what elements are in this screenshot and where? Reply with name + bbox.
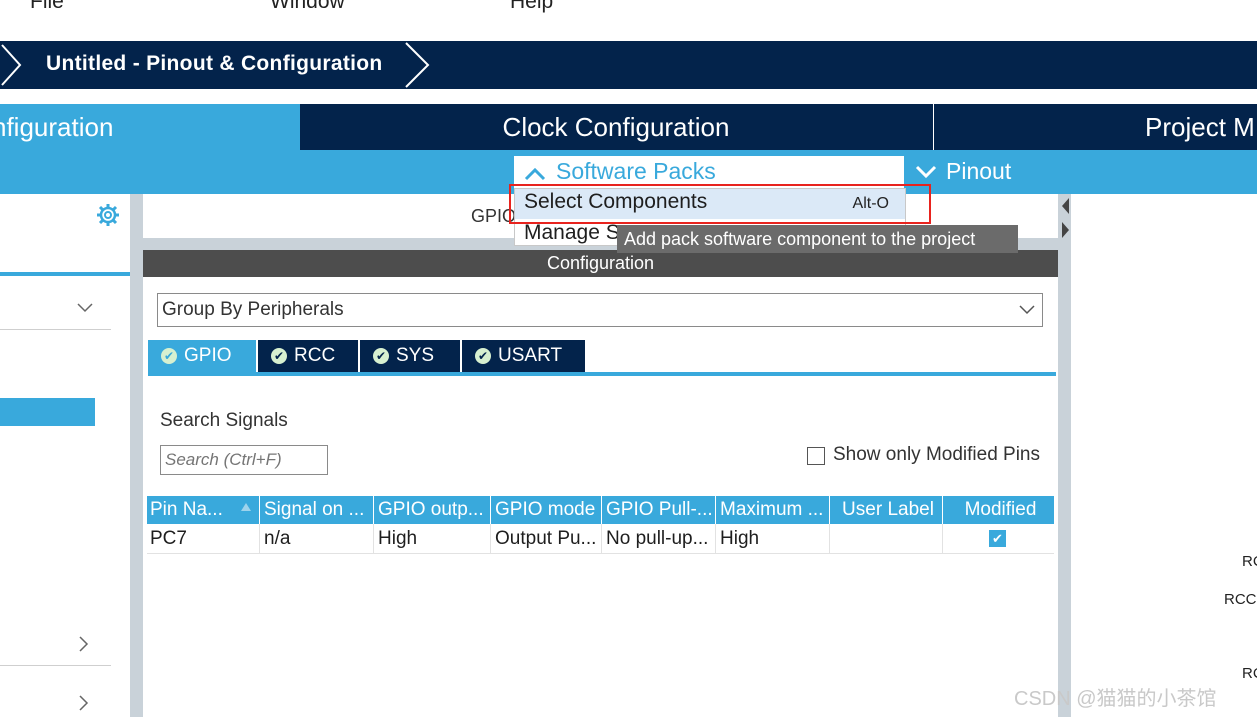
sidebar-selected-item[interactable] (0, 398, 95, 426)
cell-gpio-pull: No pull-up... (603, 524, 716, 554)
menu-help[interactable]: Help (510, 0, 553, 14)
check-circle-icon: ✔ (161, 348, 177, 364)
breadcrumb-chevron-icon (1, 44, 22, 86)
tab-pinout-label: nfiguration (0, 112, 114, 142)
tab-usart-label: USART (498, 345, 563, 366)
chevron-up-icon (524, 167, 546, 181)
peripheral-tabs: ✔ GPIO ✔ RCC ✔ SYS ✔ USART (148, 340, 1056, 376)
group-by-value: Group By Peripherals (162, 299, 344, 320)
tab-sys-label: SYS (396, 345, 435, 366)
tab-clock-configuration[interactable]: Clock Configuration (301, 104, 931, 150)
cell-user-label[interactable] (831, 524, 943, 554)
cell-gpio-mode: Output Pu... (492, 524, 602, 554)
annotation-highlight-box (509, 184, 931, 224)
cell-gpio-output: High (375, 524, 491, 554)
software-packs-label: Software Packs (556, 158, 716, 184)
sidebar-divider (0, 329, 111, 330)
menu-window[interactable]: Window (270, 0, 345, 14)
tab-project-manager[interactable]: Project M (933, 104, 1257, 150)
column-header-pin-name[interactable]: Pin Na... (147, 496, 260, 524)
menu-item-manage-software-packs[interactable]: Manage S (524, 221, 620, 245)
column-header-gpio-output[interactable]: GPIO outp... (375, 496, 491, 524)
pin-label: RCC (1224, 591, 1257, 608)
tab-sys[interactable]: ✔ SYS (360, 340, 460, 372)
tab-rcc[interactable]: ✔ RCC (258, 340, 358, 372)
menu-file[interactable]: File (30, 0, 64, 14)
chevron-right-icon[interactable] (78, 694, 90, 712)
show-modified-checkbox[interactable] (807, 447, 825, 465)
column-header-gpio-pull[interactable]: GPIO Pull-... (603, 496, 716, 524)
watermark: CSDN @猫猫的小茶馆 (1014, 688, 1217, 710)
pinout-menu-button[interactable]: Pinout (946, 158, 1011, 185)
search-signals-label: Search Signals (160, 410, 288, 431)
breadcrumb-title[interactable]: Untitled - Pinout & Configuration (46, 52, 383, 76)
pin-label: RC (1242, 665, 1257, 682)
configuration-panel: Group By Peripherals ✔ GPIO ✔ RCC ✔ SYS … (143, 277, 1058, 717)
breadcrumb: Untitled - Pinout & Configuration (0, 41, 1257, 89)
tooltip: Add pack software component to the proje… (617, 225, 1018, 253)
group-by-select[interactable]: Group By Peripherals (157, 293, 1043, 327)
pin-label: RC (1242, 553, 1257, 570)
breadcrumb-end-chevron-icon (405, 42, 430, 88)
table-row[interactable]: PC7 n/a High Output Pu... No pull-up... … (147, 524, 1054, 554)
cell-maximum: High (717, 524, 830, 554)
chevron-down-icon[interactable] (76, 302, 94, 314)
tab-rcc-label: RCC (294, 345, 336, 366)
cell-signal: n/a (261, 524, 374, 554)
sidebar-accent-line (0, 272, 130, 276)
column-header-modified[interactable]: Modified (944, 496, 1054, 524)
sidebar-divider (0, 665, 111, 666)
column-header-signal[interactable]: Signal on ... (261, 496, 374, 524)
chevron-down-icon (1019, 305, 1035, 315)
show-modified-label: Show only Modified Pins (833, 444, 1040, 465)
chevron-right-icon[interactable] (78, 635, 90, 653)
search-signals-input[interactable] (160, 445, 328, 475)
main-tabs: nfiguration Clock Configuration Project … (0, 104, 1257, 150)
tab-gpio[interactable]: ✔ GPIO (148, 340, 256, 372)
column-header-user-label[interactable]: User Label (831, 496, 943, 524)
pinout-view: RC RCC RC (1071, 194, 1257, 717)
tab-gpio-label: GPIO (184, 345, 232, 366)
tab-project-label: Project M (1145, 112, 1255, 142)
sort-ascending-icon (241, 503, 251, 511)
check-circle-icon: ✔ (373, 348, 389, 364)
collapse-arrow-icon[interactable] (1060, 196, 1070, 240)
sidebar-splitter[interactable] (130, 194, 143, 717)
modified-check-icon: ✔ (989, 530, 1006, 547)
cell-pin-name: PC7 (147, 524, 260, 554)
tab-usart[interactable]: ✔ USART (462, 340, 585, 372)
tab-pinout-configuration[interactable]: nfiguration (0, 104, 300, 150)
chevron-down-icon (915, 165, 937, 179)
gear-icon[interactable] (96, 203, 120, 227)
right-splitter[interactable] (1058, 194, 1071, 717)
column-header-gpio-mode[interactable]: GPIO mode (492, 496, 602, 524)
menu-bar: File Window Help (0, 0, 1257, 40)
table-header: Pin Na... Signal on ... GPIO outp... GPI… (147, 496, 1054, 524)
column-header-maximum[interactable]: Maximum ... (717, 496, 830, 524)
configuration-header: Configuration (143, 250, 1058, 277)
check-circle-icon: ✔ (271, 348, 287, 364)
check-circle-icon: ✔ (475, 348, 491, 364)
